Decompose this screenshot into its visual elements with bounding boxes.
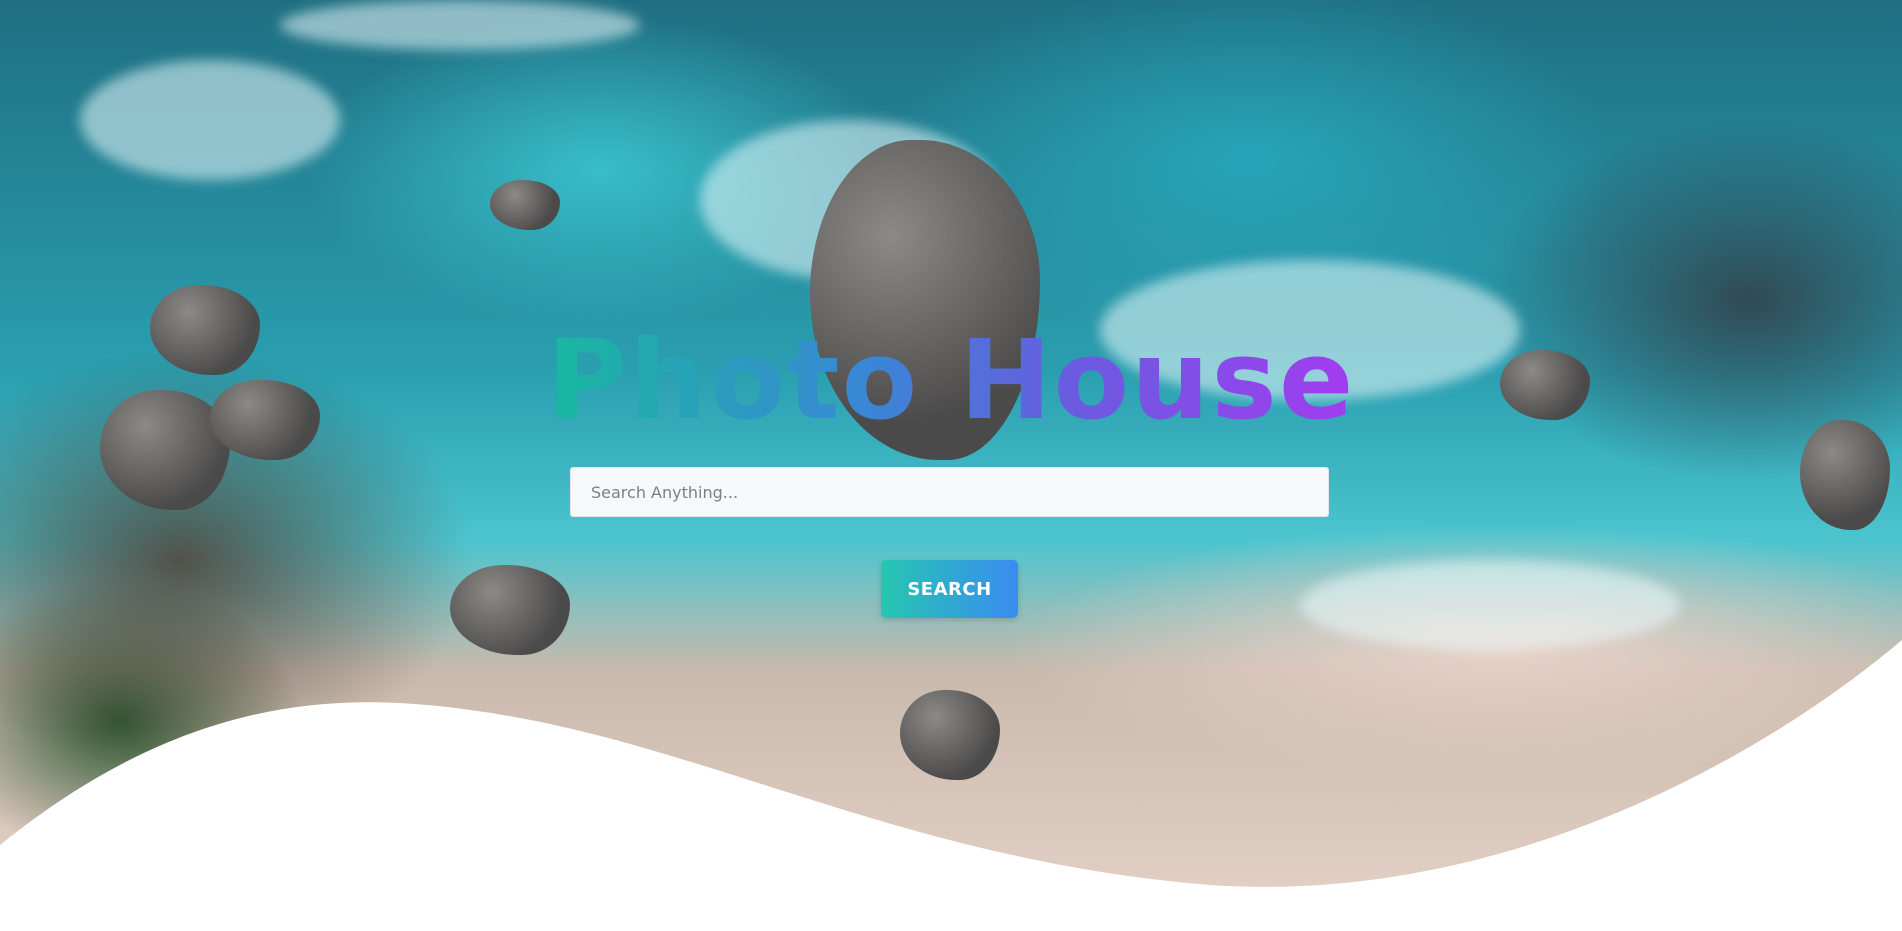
hero-section xyxy=(0,0,1902,931)
wave-divider xyxy=(0,640,1902,931)
search-button[interactable]: SEARCH xyxy=(881,560,1018,618)
site-title: Photo House xyxy=(0,320,1902,440)
site-title-text: Photo House xyxy=(546,316,1356,444)
search-input[interactable] xyxy=(570,467,1329,517)
